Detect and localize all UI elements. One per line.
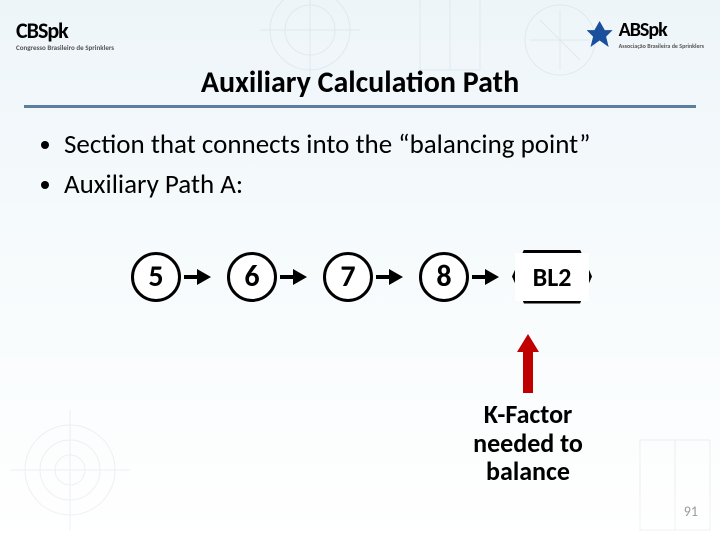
- abspk-icon: [587, 21, 613, 47]
- bullet-item: Section that connects into the “balancin…: [64, 128, 684, 162]
- logo-right-main: ABSpk: [619, 18, 667, 42]
- arrow-right-icon: [293, 269, 307, 285]
- flow-node: 6: [227, 252, 277, 302]
- flow-terminal-label: BL2: [515, 253, 589, 301]
- flow-node: 5: [131, 252, 181, 302]
- annotation-text: K-Factor needed to balance: [473, 400, 583, 486]
- flow-diagram: 5 6 7 8 BL2: [0, 252, 720, 302]
- logo-left: CBSpk Congresso Brasileiro de Sprinklers: [16, 10, 114, 58]
- arrow-right-icon: [485, 269, 499, 285]
- bullet-item: Auxiliary Path A:: [64, 168, 684, 202]
- arrow-right-icon: [389, 269, 403, 285]
- flow-terminal-hex: BL2: [515, 253, 589, 301]
- logo-bar: CBSpk Congresso Brasileiro de Sprinklers…: [0, 0, 720, 58]
- annotation-line: needed to: [473, 427, 583, 459]
- annotation-block: K-Factor needed to balance: [448, 334, 608, 486]
- page-title: Auxiliary Calculation Path: [24, 58, 696, 108]
- annotation-line: K-Factor: [484, 398, 573, 430]
- page-number: 91: [684, 503, 698, 520]
- logo-left-sub: Congresso Brasileiro de Sprinklers: [16, 44, 114, 51]
- bullet-list: Section that connects into the “balancin…: [0, 108, 720, 214]
- logo-right-sub: Associação Brasileira de Sprinklers: [619, 42, 704, 50]
- logo-left-main: CBSpk: [16, 17, 114, 44]
- logo-right: ABSpk Associação Brasileira de Sprinkler…: [587, 10, 704, 58]
- annotation-line: balance: [486, 455, 570, 487]
- arrow-up-icon: [517, 334, 539, 352]
- arrow-right-icon: [197, 269, 211, 285]
- flow-node: 8: [419, 252, 469, 302]
- flow-node: 7: [323, 252, 373, 302]
